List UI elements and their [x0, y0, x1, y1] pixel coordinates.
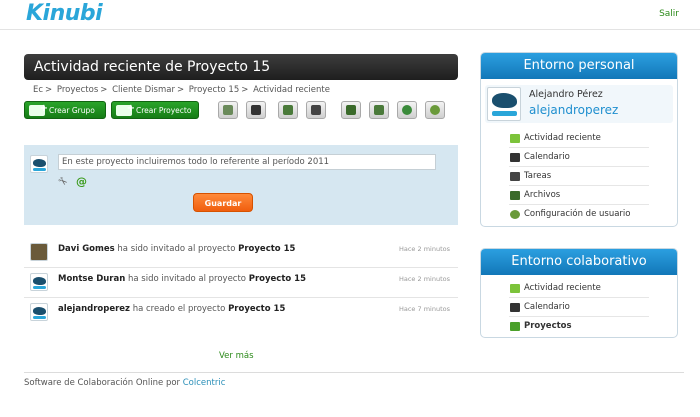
post-composer: En este proyecto incluiremos todo lo ref… — [24, 145, 458, 225]
user-card: Alejandro Pérez alejandroperez — [485, 85, 673, 123]
activity-time: Hace 7 minutos — [398, 305, 450, 313]
add-project-icon — [116, 100, 135, 118]
settings-icon — [510, 210, 520, 219]
rss-icon — [510, 134, 520, 143]
sidebar-item-recent-activity[interactable]: Actividad reciente — [509, 129, 649, 148]
tasks-icon — [510, 172, 520, 181]
avatar — [30, 155, 48, 173]
breadcrumb-item[interactable]: Cliente Dismar — [112, 85, 175, 95]
activity-text: Montse Duran ha sido invitado al proyect… — [58, 274, 307, 284]
avatar — [30, 243, 48, 261]
top-bar: Kinubi Salir — [0, 0, 700, 30]
breadcrumb-item: Actividad reciente — [253, 85, 330, 95]
create-project-label: Crear Proyecto — [136, 106, 192, 115]
sidebar-item-calendar[interactable]: Calendario — [509, 148, 649, 167]
see-more-link[interactable]: Ver más — [219, 351, 254, 361]
create-group-label: Crear Grupo — [49, 106, 95, 115]
logout-link[interactable]: Salir — [659, 9, 679, 19]
post-input[interactable]: En este proyecto incluiremos todo lo ref… — [58, 154, 436, 170]
avatar — [30, 273, 48, 291]
rss-icon — [510, 284, 520, 293]
calendar-icon — [510, 303, 520, 312]
personal-panel: Entorno personal Alejandro Pérez alejand… — [480, 52, 678, 227]
project-toolbar — [209, 101, 449, 119]
avatar[interactable] — [487, 87, 521, 121]
create-group-button[interactable]: Crear Grupo — [24, 100, 106, 119]
activity-item: Davi Gomes ha sido invitado al proyecto … — [24, 238, 458, 268]
collab-panel: Entorno colaborativo Actividad reciente … — [480, 248, 678, 338]
activity-project[interactable]: Proyecto 15 — [249, 274, 306, 284]
colcentric-link[interactable]: Colcentric — [183, 378, 226, 388]
breadcrumb-item[interactable]: Ec — [33, 85, 43, 95]
breadcrumb-item[interactable]: Proyectos — [57, 85, 98, 95]
user-name: Alejandro Pérez — [529, 89, 603, 100]
save-button[interactable]: Guardar — [193, 193, 253, 212]
kinubi-logo[interactable]: Kinubi — [26, 1, 103, 26]
sidebar-item-files[interactable]: Archivos — [509, 186, 649, 205]
activity-text: alejandroperez ha creado el proyecto Pro… — [58, 304, 286, 314]
activity-item: alejandroperez ha creado el proyecto Pro… — [24, 298, 458, 328]
activity-user[interactable]: Davi Gomes — [58, 244, 115, 254]
activity-time: Hace 2 minutos — [398, 275, 450, 283]
page-title: Actividad reciente de Proyecto 15 — [24, 54, 458, 80]
add-group-icon — [29, 100, 48, 118]
comments-icon[interactable] — [278, 101, 298, 119]
create-project-button[interactable]: Crear Proyecto — [111, 100, 199, 119]
personal-panel-title: Entorno personal — [481, 53, 677, 79]
avatar — [30, 303, 48, 321]
footer: Software de Colaboración Online por Colc… — [24, 378, 226, 388]
projects-icon — [510, 322, 520, 331]
breadcrumb: Ec > Proyectos > Cliente Dismar > Proyecto … — [33, 85, 330, 95]
settings-icon[interactable] — [425, 101, 445, 119]
user-login[interactable]: alejandroperez — [529, 103, 618, 117]
activity-text: Davi Gomes ha sido invitado al proyecto … — [58, 244, 296, 254]
collab-item-recent-activity[interactable]: Actividad reciente — [509, 279, 649, 298]
activity-project[interactable]: Proyecto 15 — [228, 304, 285, 314]
breadcrumb-item[interactable]: Proyecto 15 — [189, 85, 239, 95]
users-icon[interactable] — [397, 101, 417, 119]
notes-icon[interactable] — [306, 101, 326, 119]
activity-time: Hace 2 minutos — [398, 245, 450, 253]
files-icon[interactable] — [341, 101, 361, 119]
footer-divider — [24, 372, 684, 373]
sidebar-item-user-settings[interactable]: Configuración de usuario — [509, 205, 649, 224]
sidebar-item-tasks[interactable]: Tareas — [509, 167, 649, 186]
collab-item-calendar[interactable]: Calendario — [509, 298, 649, 317]
collab-item-projects[interactable]: Proyectos — [509, 317, 649, 336]
calendar-icon — [510, 153, 520, 162]
activity-item: Montse Duran ha sido invitado al proyect… — [24, 268, 458, 298]
calendar-icon[interactable] — [246, 101, 266, 119]
folder-icon[interactable] — [369, 101, 389, 119]
activity-user[interactable]: alejandroperez — [58, 304, 130, 314]
activity-user[interactable]: Montse Duran — [58, 274, 125, 284]
collab-panel-title: Entorno colaborativo — [481, 249, 677, 275]
tasks-icon[interactable] — [218, 101, 238, 119]
at-mention-icon[interactable]: @ — [76, 175, 87, 188]
paperclip-icon[interactable]: ✂ — [55, 174, 70, 190]
folder-icon — [510, 191, 520, 200]
activity-project[interactable]: Proyecto 15 — [238, 244, 295, 254]
